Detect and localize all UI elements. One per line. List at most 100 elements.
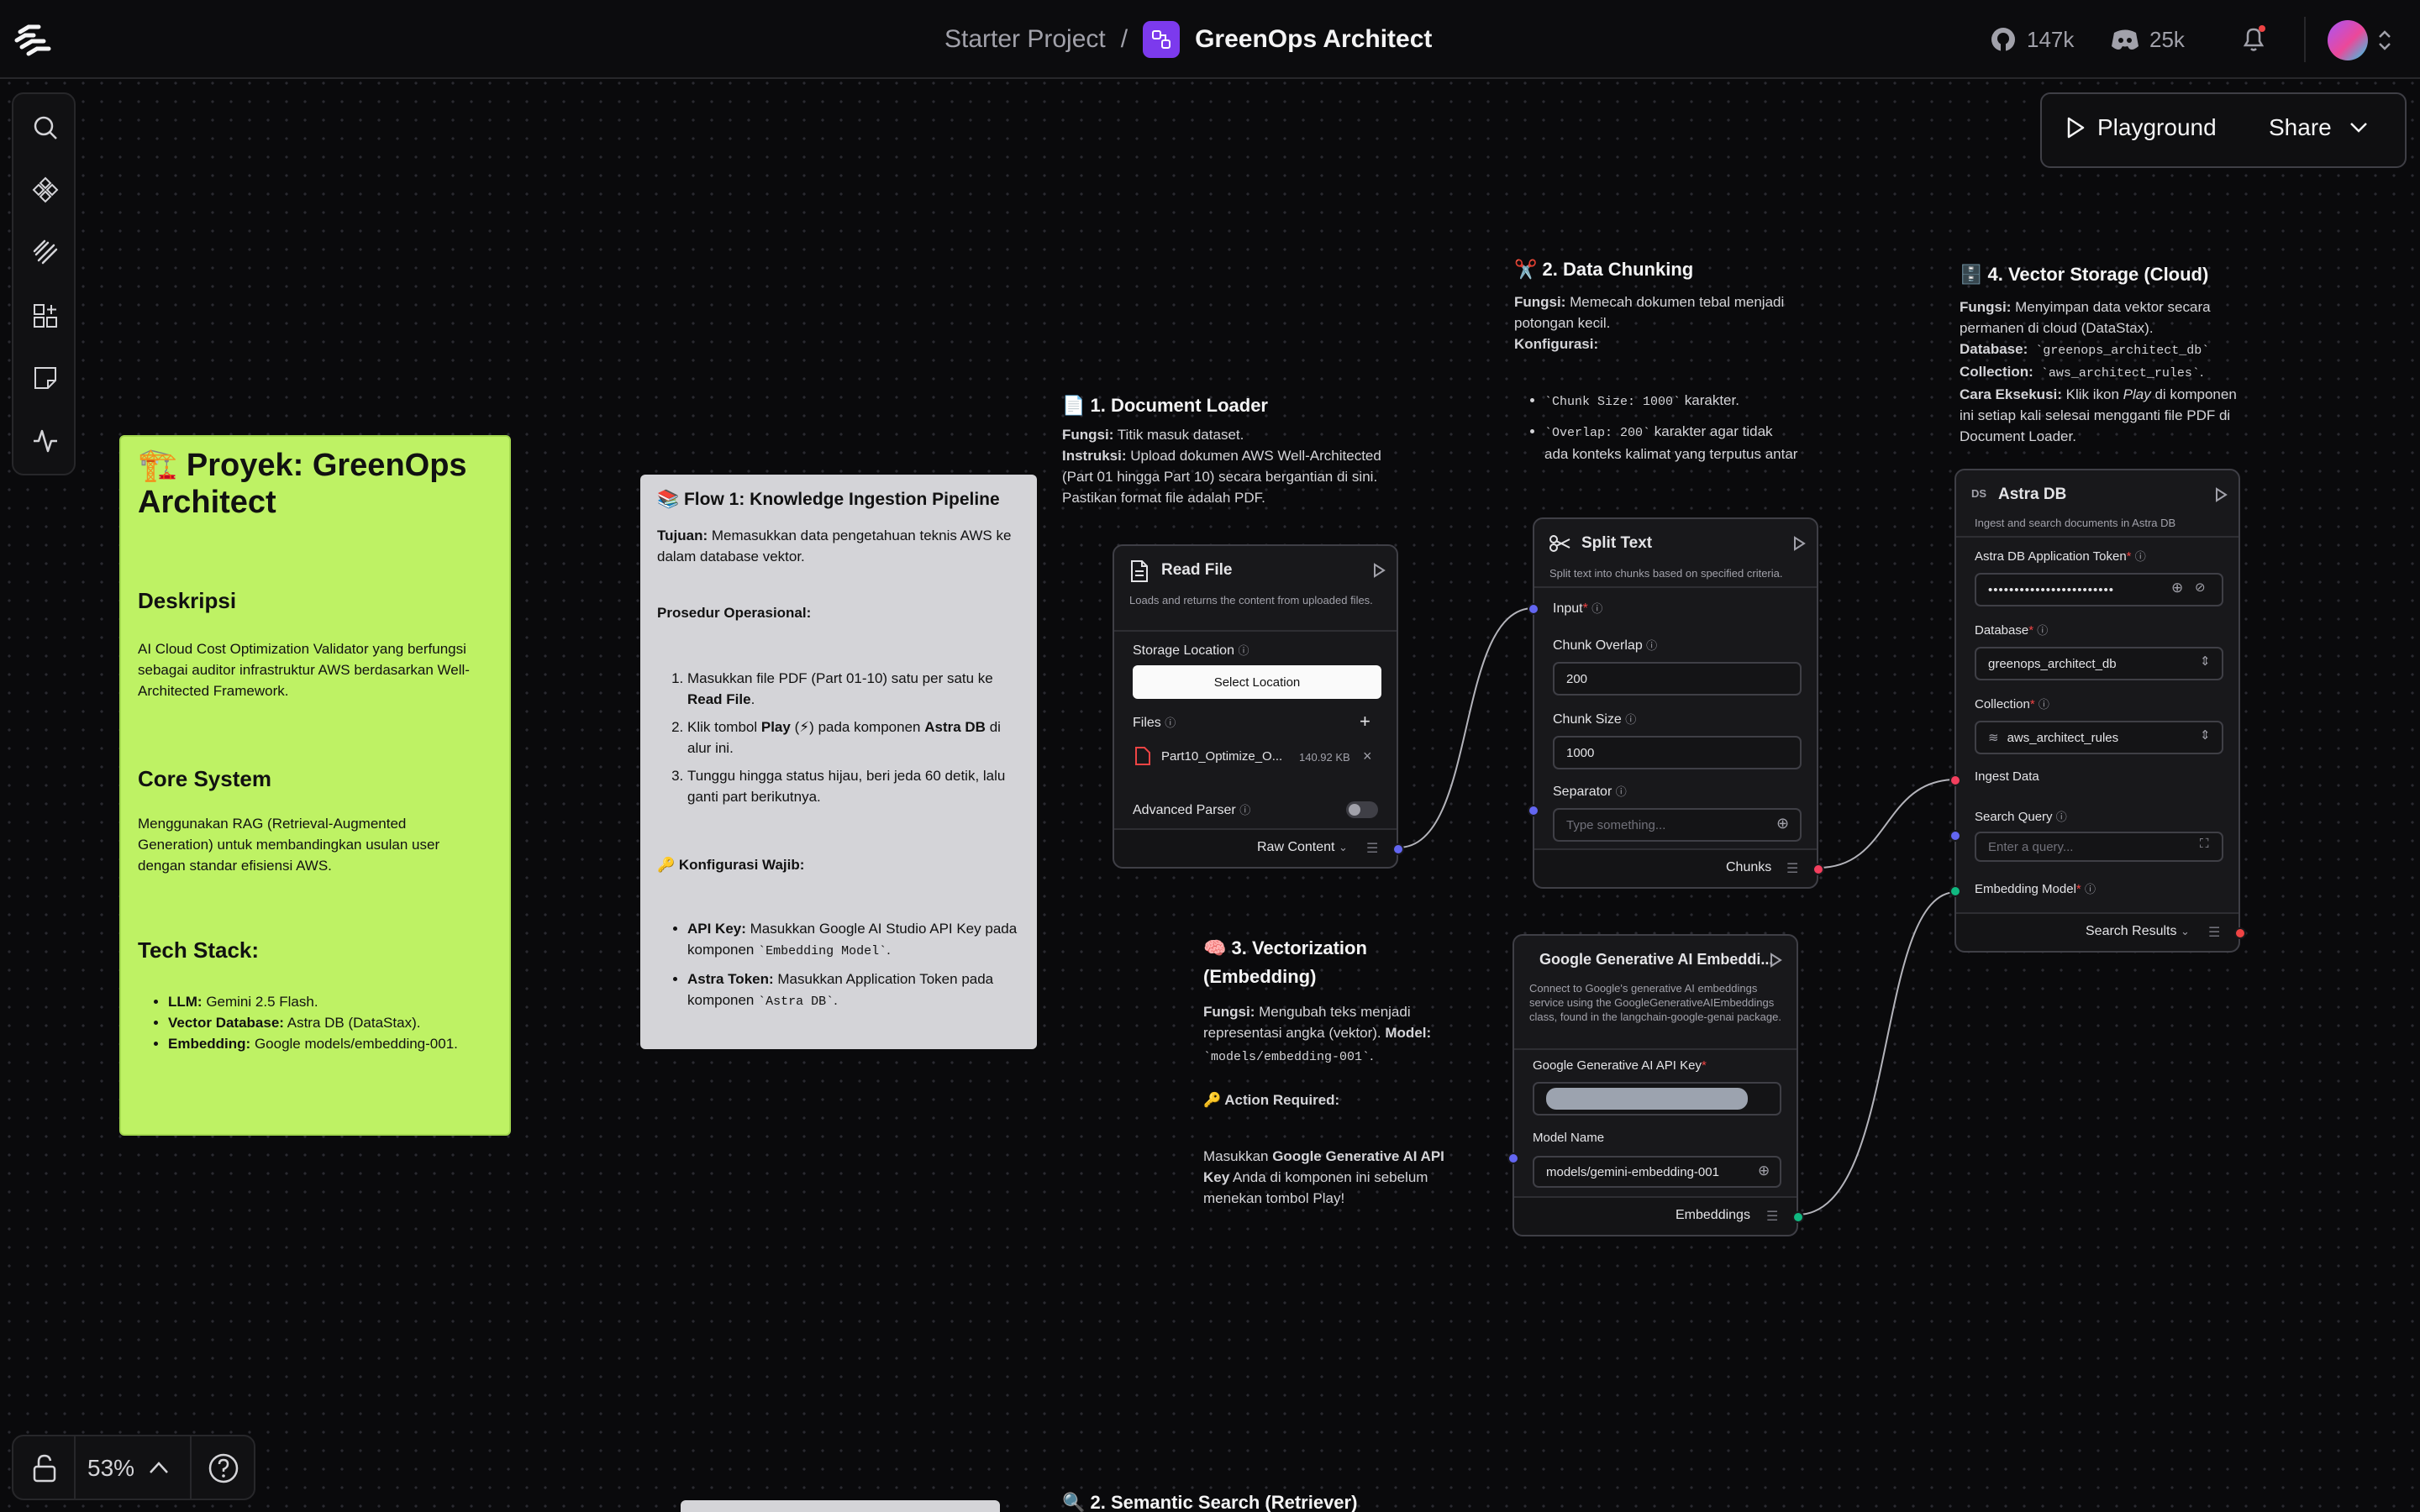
components-button[interactable]	[27, 171, 64, 208]
output-handle[interactable]	[1792, 1211, 1804, 1223]
semantic-search-title[interactable]: 🔍 2. Semantic Search (Retriever)	[1062, 1492, 1357, 1512]
note-title: 🏗️ Proyek: GreenOps Architect	[138, 448, 467, 520]
output-search-results[interactable]: Search Results ⌄	[2086, 924, 2190, 939]
playground-button[interactable]: Playground	[2065, 114, 2217, 141]
langflow-logo-icon[interactable]	[13, 22, 54, 59]
doc-loader-note[interactable]: 📄 1. Document Loader Fungsi: Titik masuk…	[1062, 395, 1398, 508]
flow-name[interactable]: GreenOps Architect	[1195, 25, 1432, 54]
node-google-embeddings[interactable]: Google Generative AI Embeddi... Connect …	[1507, 934, 1804, 1236]
add-file-icon[interactable]: +	[1360, 711, 1370, 732]
input-handle[interactable]	[1528, 603, 1539, 615]
note-partial[interactable]	[681, 1500, 1000, 1512]
model-name-handle[interactable]	[1507, 1152, 1519, 1164]
file-name[interactable]: Part10_Optimize_O...	[1161, 749, 1282, 764]
token-input[interactable]: ••••••••••••••••••••••••	[1975, 573, 2223, 606]
search-query-handle[interactable]	[1949, 830, 1961, 842]
github-icon	[1991, 28, 2015, 51]
core-heading: Core System	[138, 766, 271, 791]
embedding-model-handle[interactable]	[1949, 885, 1961, 897]
database-select[interactable]: greenops_architect_db	[1975, 647, 2223, 680]
run-icon[interactable]	[2213, 487, 2228, 502]
output-list-icon[interactable]: ☰	[1766, 1208, 1778, 1225]
chevron-up-icon[interactable]	[148, 1460, 170, 1475]
run-icon[interactable]	[1371, 563, 1386, 578]
output-raw-content[interactable]: Raw Content ⌄	[1257, 840, 1348, 855]
output-handle[interactable]	[1392, 843, 1404, 855]
model-name-input[interactable]: models/gemini-embedding-001	[1533, 1156, 1781, 1188]
chevron-down-icon	[2349, 123, 2367, 133]
edge-split-astra	[1818, 779, 1957, 869]
ingest-data-handle[interactable]	[1949, 774, 1961, 786]
collection-select[interactable]: ≋ aws_architect_rules	[1975, 721, 2223, 754]
traces-button[interactable]	[27, 422, 64, 459]
pdf-file-icon	[1135, 747, 1150, 765]
remove-file-icon[interactable]: ×	[1363, 748, 1372, 765]
search-button[interactable]	[27, 109, 64, 146]
chunk-overlap-input[interactable]: 200	[1553, 662, 1802, 696]
tech-list: LLM: Gemini 2.5 Flash. Vector Database: …	[168, 991, 504, 1054]
unlock-icon[interactable]	[30, 1453, 59, 1483]
breadcrumb-project[interactable]: Starter Project	[944, 25, 1106, 54]
vector-storage-note[interactable]: 🗄️ 4. Vector Storage (Cloud) Fungsi: Men…	[1960, 264, 2237, 447]
eye-off-icon[interactable]: ⊘	[2195, 580, 2206, 595]
output-list-icon[interactable]: ☰	[1786, 860, 1798, 877]
play-icon	[2067, 117, 2085, 139]
divider	[1956, 536, 2238, 538]
bundles-icon	[33, 239, 58, 265]
separator-input[interactable]: Type something...	[1553, 808, 1802, 842]
desc-heading: Deskripsi	[138, 588, 237, 613]
api-key-input[interactable]	[1533, 1082, 1781, 1116]
notes-button[interactable]	[27, 360, 64, 396]
playground-share-bar: Playground Share	[2040, 92, 2407, 168]
output-chunks[interactable]: Chunks	[1726, 860, 1771, 875]
expand-icon[interactable]: ⛶	[2200, 837, 2209, 851]
bundles-button[interactable]	[27, 234, 64, 270]
breadcrumb-separator: /	[1120, 25, 1128, 53]
globe-icon[interactable]: ⊕	[1776, 815, 1789, 832]
advanced-parser-toggle[interactable]	[1346, 801, 1378, 818]
node-astra-db[interactable]: DS Astra DB Ingest and search documents …	[1949, 469, 2246, 953]
grid-plus-icon	[34, 304, 57, 328]
note-project-overview[interactable]: 🏗️ Proyek: GreenOps Architect Deskripsi …	[119, 435, 511, 1136]
share-button[interactable]: Share	[2269, 114, 2369, 141]
desc-text: AI Cloud Cost Optimization Validator yan…	[138, 641, 470, 699]
chunk-size-label: Chunk Size ⓘ	[1553, 712, 1637, 727]
chunk-size-input[interactable]: 1000	[1553, 736, 1802, 769]
output-handle[interactable]	[2234, 927, 2246, 939]
zoom-level[interactable]: 53%	[87, 1455, 134, 1482]
config-heading: 🔑 Konfigurasi Wajib:	[657, 857, 805, 873]
select-location-button[interactable]: Select Location	[1133, 665, 1381, 699]
user-menu[interactable]	[2328, 20, 2393, 60]
node-title: Read File	[1161, 561, 1233, 579]
chunking-fungsi: Fungsi: Memecah dokumen tebal menjadi po…	[1514, 294, 1785, 331]
playground-label: Playground	[2097, 114, 2217, 140]
notifications-button[interactable]	[2238, 24, 2272, 57]
chunking-note[interactable]: ✂️ 2. Data Chunking Fungsi: Memecah doku…	[1514, 259, 1800, 465]
file-size: 140.92 KB	[1299, 751, 1350, 764]
separator-handle[interactable]	[1528, 805, 1539, 816]
note-flow1[interactable]: 📚 Flow 1: Knowledge Ingestion Pipeline T…	[640, 475, 1037, 1049]
left-toolbar	[12, 92, 76, 475]
node-split-text[interactable]: Split Text Split text into chunks based …	[1528, 517, 1824, 889]
discord-count: 25k	[2149, 26, 2185, 52]
run-icon[interactable]	[1791, 536, 1807, 551]
discord-link[interactable]: 25k	[2111, 18, 2185, 60]
top-bar: Starter Project / GreenOps Architect 147…	[0, 0, 2420, 79]
output-handle[interactable]	[1812, 864, 1824, 875]
help-icon[interactable]	[207, 1452, 240, 1485]
node-footer: Chunks ☰	[1534, 848, 1817, 887]
output-list-icon[interactable]: ☰	[2208, 924, 2220, 941]
edge-readfile-split	[1397, 607, 1534, 848]
output-list-icon[interactable]: ☰	[1366, 840, 1378, 857]
search-query-input[interactable]: Enter a query...	[1975, 832, 2223, 862]
github-link[interactable]: 147k	[1990, 18, 2074, 60]
globe-icon[interactable]: ⊕	[1758, 1163, 1770, 1179]
components-icon	[32, 176, 59, 203]
globe-icon[interactable]: ⊕	[2171, 580, 2183, 596]
run-icon[interactable]	[1768, 953, 1783, 968]
vectorization-note[interactable]: 🧠 3. Vectorization (Embedding) Fungsi: M…	[1203, 934, 1455, 1209]
mcp-button[interactable]	[27, 297, 64, 334]
node-read-file[interactable]: Read File Loads and returns the content …	[1113, 544, 1404, 869]
vectorization-title: 🧠 3. Vectorization (Embedding)	[1203, 937, 1367, 987]
output-embeddings[interactable]: Embeddings	[1676, 1208, 1750, 1223]
